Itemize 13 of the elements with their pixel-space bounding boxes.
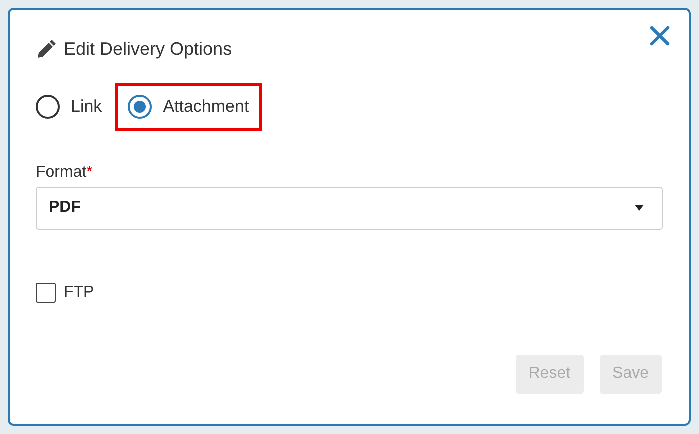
dialog-title: Edit Delivery Options (64, 38, 232, 61)
checkbox-label: FTP (64, 282, 94, 302)
radio-option[interactable]: Link (23, 83, 116, 130)
radio-option[interactable]: Attachment (115, 83, 262, 130)
pencil-icon (36, 40, 56, 60)
format-select[interactable]: PDF (36, 186, 663, 230)
caret-icon (635, 205, 644, 211)
required-mark: * (86, 162, 93, 182)
radio-button[interactable] (128, 94, 152, 119)
checkbox[interactable] (36, 282, 56, 302)
close-button[interactable] (649, 24, 671, 46)
field-label: Format (36, 162, 87, 182)
radio-button[interactable] (36, 94, 60, 119)
